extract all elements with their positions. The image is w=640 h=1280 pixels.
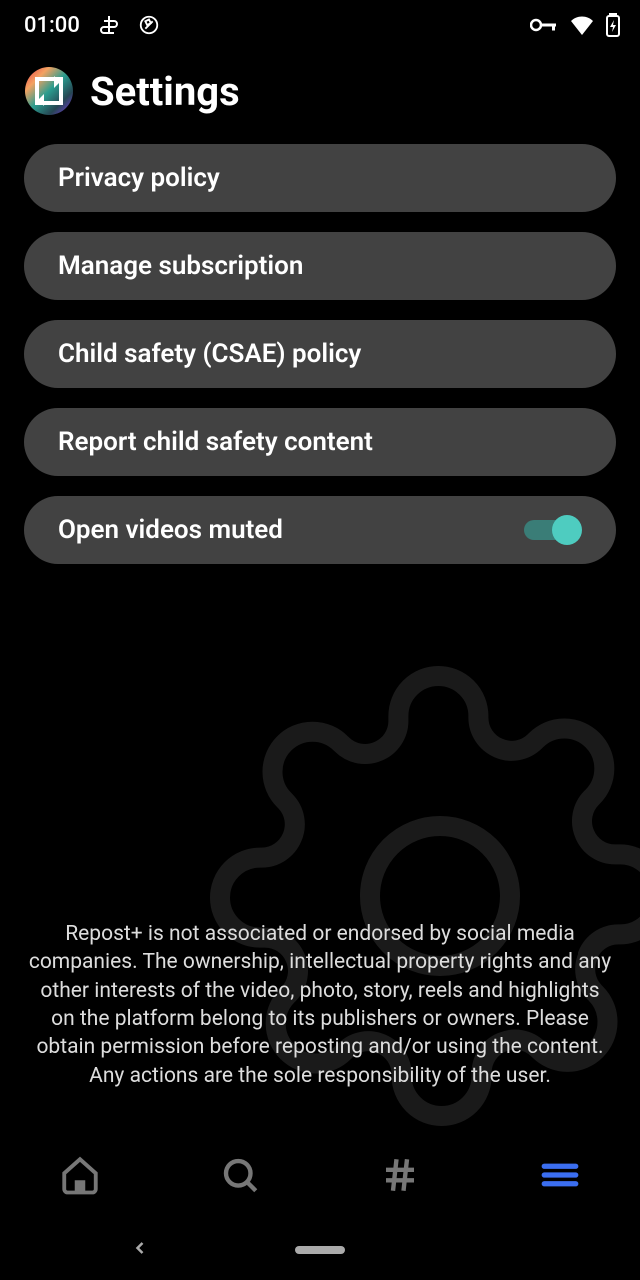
manage-subscription-button[interactable]: Manage subscription (24, 232, 616, 300)
system-nav (0, 1220, 640, 1280)
setting-label: Report child safety content (58, 427, 373, 457)
setting-label: Open videos muted (58, 515, 283, 545)
setting-label: Child safety (CSAE) policy (58, 339, 361, 369)
privacy-policy-button[interactable]: Privacy policy (24, 144, 616, 212)
settings-list: Privacy policy Manage subscription Child… (0, 144, 640, 564)
nav-menu[interactable] (530, 1145, 590, 1205)
child-safety-policy-button[interactable]: Child safety (CSAE) policy (24, 320, 616, 388)
notification-icon-1 (100, 14, 118, 36)
nav-search[interactable] (210, 1145, 270, 1205)
battery-charging-icon (606, 13, 620, 37)
report-child-safety-button[interactable]: Report child safety content (24, 408, 616, 476)
status-time: 01:00 (24, 13, 80, 38)
notification-icon-2 (138, 14, 160, 36)
open-videos-muted-toggle[interactable] (524, 512, 582, 548)
wifi-icon (570, 15, 594, 35)
setting-label: Manage subscription (58, 251, 303, 281)
setting-label: Privacy policy (58, 163, 220, 193)
nav-hashtag[interactable] (370, 1145, 430, 1205)
switch-thumb (552, 515, 582, 545)
vpn-key-icon (530, 17, 558, 33)
status-bar: 01:00 (0, 0, 640, 50)
app-logo-icon (24, 66, 74, 116)
system-back-button[interactable] (130, 1238, 150, 1262)
page-title: Settings (90, 68, 240, 115)
nav-home[interactable] (50, 1145, 110, 1205)
bottom-nav (0, 1130, 640, 1220)
system-home-pill[interactable] (295, 1246, 345, 1254)
header: Settings (0, 50, 640, 144)
open-videos-muted-row: Open videos muted (24, 496, 616, 564)
disclaimer-text: Repost+ is not associated or endorsed by… (0, 920, 640, 1090)
